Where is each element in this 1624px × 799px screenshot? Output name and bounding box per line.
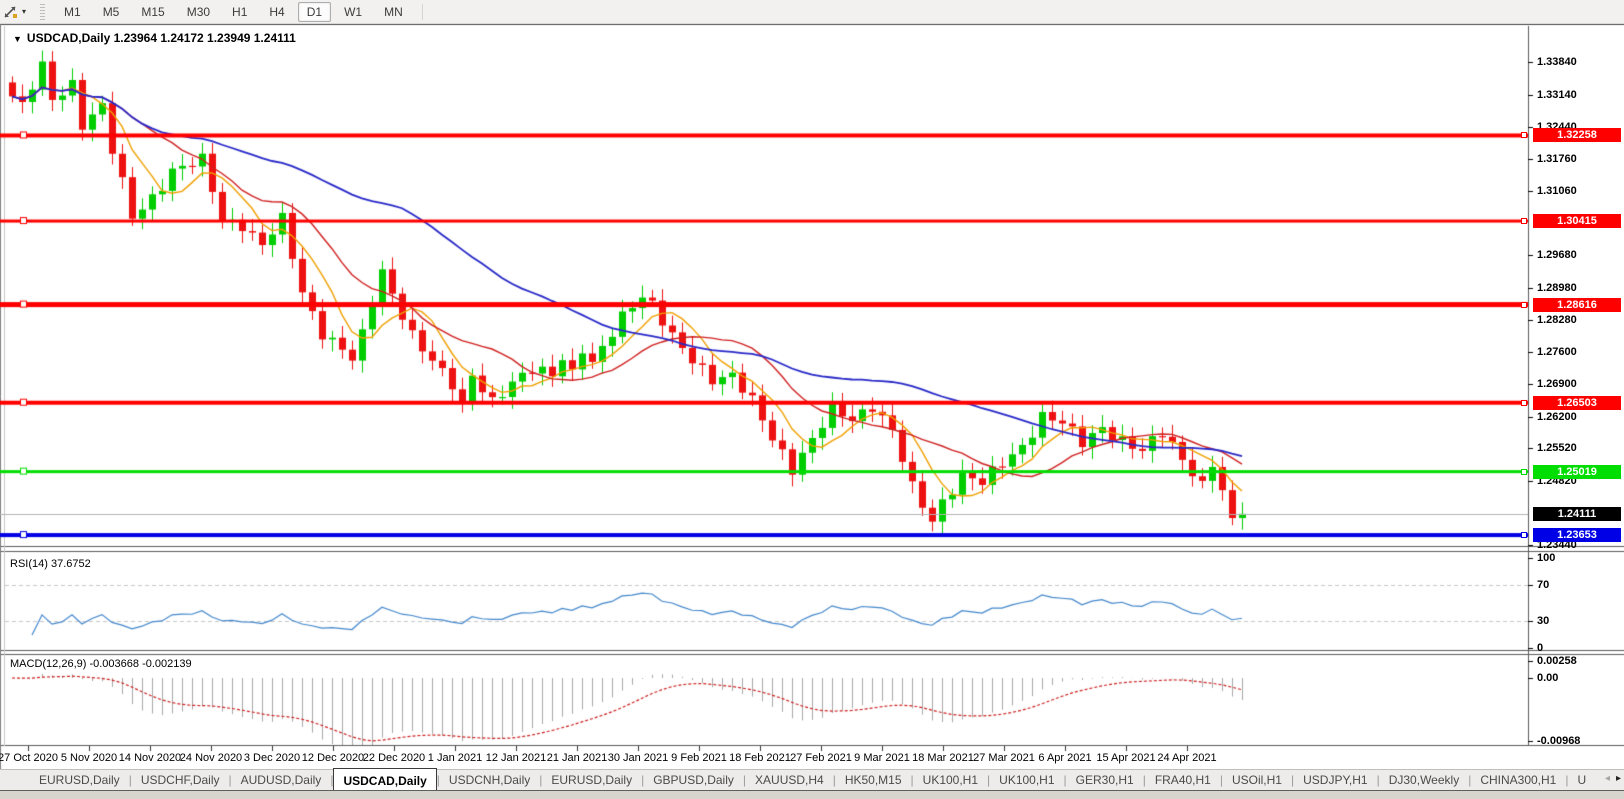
chart-tab-usdchf-daily[interactable]: USDCHF,Daily xyxy=(132,770,229,790)
chart-tab-bar: EURUSD,Daily|USDCHF,Daily|AUDUSD,Daily|U… xyxy=(0,769,1624,791)
rsi-axis-tick-label: 0 xyxy=(1537,642,1543,654)
timeframe-button-m15[interactable]: M15 xyxy=(132,2,173,22)
tab-scroll-left-icon[interactable]: ◂ xyxy=(1605,773,1610,784)
hline-axis-handle[interactable] xyxy=(1521,302,1527,308)
toolbar-grip xyxy=(40,4,45,20)
timeframe-button-m30[interactable]: M30 xyxy=(178,2,219,22)
tool-dropdown-caret-icon[interactable]: ▾ xyxy=(22,7,26,16)
current-price-label: 1.24111 xyxy=(1533,507,1621,521)
price-axis-tick-label: 1.33840 xyxy=(1537,56,1577,68)
rsi-axis-tick-label: 70 xyxy=(1537,579,1549,591)
rsi-indicator-label: RSI(14) 37.6752 xyxy=(10,558,91,570)
hline-price-label[interactable]: 1.23653 xyxy=(1533,528,1621,542)
status-strip xyxy=(0,791,1624,799)
price-axis-tick-label: 1.31760 xyxy=(1537,153,1577,165)
chart-tab-usoil-h1[interactable]: USOil,H1 xyxy=(1223,770,1291,790)
hline-price-label[interactable]: 1.26503 xyxy=(1533,396,1621,410)
hline-price-label[interactable]: 1.32258 xyxy=(1533,128,1621,142)
macd-axis-tick-label: 0.00258 xyxy=(1537,655,1577,667)
chart-tab-dj30-weekly[interactable]: DJ30,Weekly xyxy=(1380,770,1468,790)
hline-price-label[interactable]: 1.28616 xyxy=(1533,298,1621,312)
hline-axis-handle[interactable] xyxy=(1521,132,1527,138)
toolbar-separator xyxy=(422,4,423,20)
chart-tab-xauusd-h4[interactable]: XAUUSD,H4 xyxy=(746,770,833,790)
price-axis-tick-label: 1.29680 xyxy=(1537,249,1577,261)
price-axis-tick-label: 1.26900 xyxy=(1537,378,1577,390)
hline-price-label[interactable]: 1.25019 xyxy=(1533,465,1621,479)
date-axis-label: 24 Apr 2021 xyxy=(1139,752,1235,764)
price-axis-tick-label: 1.25520 xyxy=(1537,442,1577,454)
chart-window: ▼ USDCAD,Daily 1.23964 1.24172 1.23949 1.… xyxy=(0,24,1624,769)
chart-tab-ger30-h1[interactable]: GER30,H1 xyxy=(1067,770,1143,790)
timeframe-button-mn[interactable]: MN xyxy=(375,2,412,22)
chart-tab-hk50-m15[interactable]: HK50,M15 xyxy=(836,770,911,790)
chart-tab-usdcnh-daily[interactable]: USDCNH,Daily xyxy=(440,770,539,790)
tab-scroll-controls: ◂▸ xyxy=(1605,773,1621,784)
chart-tab-uk100-h1[interactable]: UK100,H1 xyxy=(990,770,1063,790)
timeframe-button-m5[interactable]: M5 xyxy=(94,2,129,22)
macd-indicator-label: MACD(12,26,9) -0.003668 -0.002139 xyxy=(10,658,192,670)
chart-tab-uk100-h1[interactable]: UK100,H1 xyxy=(914,770,987,790)
hline-axis-handle[interactable] xyxy=(1521,400,1527,406)
price-axis-tick-label: 1.33140 xyxy=(1537,89,1577,101)
collapse-arrow-icon[interactable]: ▼ xyxy=(13,34,22,44)
chart-tab-usdcad-daily[interactable]: USDCAD,Daily xyxy=(333,768,436,790)
rsi-axis-tick-label: 30 xyxy=(1537,615,1549,627)
macd-axis-tick-label: -0.00968 xyxy=(1537,735,1580,747)
rsi-axis-tick-label: 100 xyxy=(1537,552,1555,564)
chart-tab-usdjpy-h1[interactable]: USDJPY,H1 xyxy=(1294,770,1376,790)
chart-tab-eurusd-daily[interactable]: EURUSD,Daily xyxy=(542,770,641,790)
price-axis-tick-label: 1.28280 xyxy=(1537,314,1577,326)
top-toolbar: ▾ M1M5M15M30H1H4D1W1MN xyxy=(0,0,1624,24)
timeframe-button-w1[interactable]: W1 xyxy=(335,2,371,22)
price-axis-tick-label: 1.27600 xyxy=(1537,346,1577,358)
chart-title-ohlc: 1.23964 1.24172 1.23949 1.24111 xyxy=(114,31,296,45)
price-axis-tick-label: 1.26200 xyxy=(1537,411,1577,423)
macd-axis-tick-label: 0.00 xyxy=(1537,672,1558,684)
chart-title-symbol: USDCAD,Daily xyxy=(27,31,110,45)
hline-axis-handle[interactable] xyxy=(1521,532,1527,538)
chart-title: ▼ USDCAD,Daily 1.23964 1.24172 1.23949 1.… xyxy=(13,31,296,45)
timeframe-button-h1[interactable]: H1 xyxy=(223,2,256,22)
timeframe-button-d1[interactable]: D1 xyxy=(298,2,331,22)
price-axis-tick-label: 1.31060 xyxy=(1537,185,1577,197)
chart-cursor-tool-icon[interactable] xyxy=(2,4,20,20)
chart-tab-audusd-daily[interactable]: AUDUSD,Daily xyxy=(232,770,331,790)
main-chart-canvas[interactable] xyxy=(0,24,1624,769)
timeframe-button-m1[interactable]: M1 xyxy=(55,2,90,22)
chart-tab-gbpusd-daily[interactable]: GBPUSD,Daily xyxy=(644,770,743,790)
timeframe-bar: M1M5M15M30H1H4D1W1MN xyxy=(53,2,414,22)
chart-tab-fra40-h1[interactable]: FRA40,H1 xyxy=(1146,770,1220,790)
tab-scroll-right-icon[interactable]: ▸ xyxy=(1616,773,1621,784)
hline-axis-handle[interactable] xyxy=(1521,469,1527,475)
price-axis-tick-label: 1.28980 xyxy=(1537,282,1577,294)
chart-tab-eurusd-daily[interactable]: EURUSD,Daily xyxy=(30,770,129,790)
hline-axis-handle[interactable] xyxy=(1521,218,1527,224)
chart-tab-u[interactable]: U xyxy=(1568,770,1595,790)
chart-tab-china300-h1[interactable]: CHINA300,H1 xyxy=(1471,770,1565,790)
timeframe-button-h4[interactable]: H4 xyxy=(260,2,293,22)
hline-price-label[interactable]: 1.30415 xyxy=(1533,214,1621,228)
